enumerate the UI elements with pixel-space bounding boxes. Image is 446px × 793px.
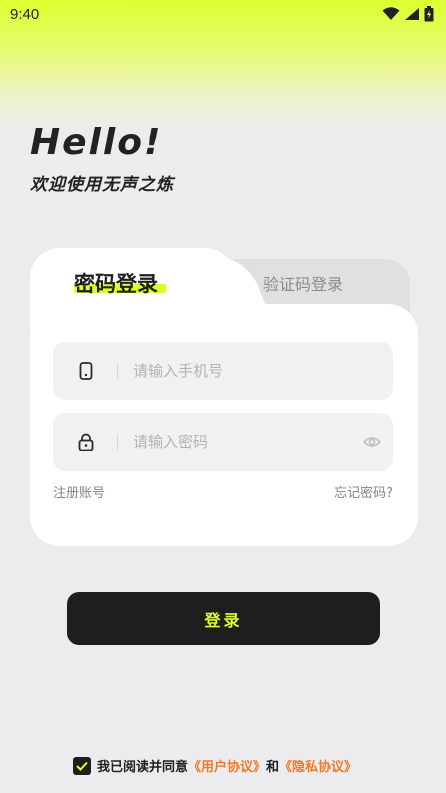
phone-input[interactable] xyxy=(133,342,353,400)
phone-field[interactable] xyxy=(53,342,393,400)
login-card: 验证码登录 密码登录 注册账号 忘记密码? xyxy=(30,248,418,546)
tab-password-login-label: 密码登录 xyxy=(74,272,158,296)
field-divider xyxy=(117,363,118,379)
user-agreement-link[interactable]: 《用户协议》 xyxy=(188,756,266,775)
status-icons xyxy=(382,6,434,22)
status-time: 9:40 xyxy=(10,6,40,23)
password-input[interactable] xyxy=(133,413,353,471)
password-field[interactable] xyxy=(53,413,393,471)
check-icon xyxy=(76,761,88,771)
status-bar: 9:40 xyxy=(0,0,446,32)
agreement-text: 我已阅读并同意 xyxy=(97,760,189,775)
login-button[interactable]: 登录 xyxy=(67,592,380,645)
field-divider xyxy=(117,434,118,450)
register-link[interactable]: 注册账号 xyxy=(53,482,105,501)
tab-sms-login-label: 验证码登录 xyxy=(263,275,344,294)
wifi-icon xyxy=(382,7,400,20)
agreement-checkbox[interactable] xyxy=(73,756,91,775)
privacy-policy-link[interactable]: 《隐私协议》 xyxy=(279,756,357,775)
lock-icon xyxy=(78,433,94,451)
forgot-password-link[interactable]: 忘记密码? xyxy=(334,482,393,501)
eye-icon[interactable] xyxy=(363,434,381,450)
battery-icon xyxy=(424,6,434,22)
agreement-and-text: 和 xyxy=(266,760,280,775)
phone-icon xyxy=(79,362,93,380)
signal-icon xyxy=(405,8,419,20)
hero-title: Hello! xyxy=(30,122,163,163)
hero-subtitle: 欢迎使用无声之炼 xyxy=(30,175,174,195)
agreement-row: 我已阅读并同意 《用户协议》 和 《隐私协议》 xyxy=(73,756,357,775)
